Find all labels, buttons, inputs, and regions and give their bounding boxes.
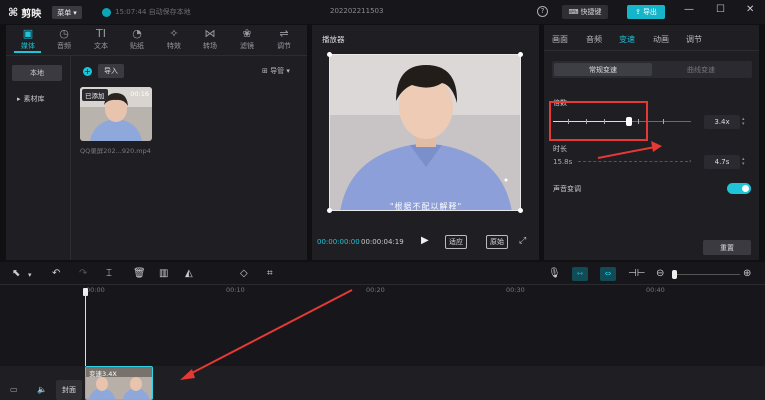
- annotation-arrows: [180, 141, 662, 380]
- annotation-arrow-head: [180, 369, 195, 380]
- annotation-arrow-line: [187, 289, 353, 376]
- annotation-arrow-line: [597, 146, 656, 159]
- annotation-arrow-head: [651, 141, 662, 152]
